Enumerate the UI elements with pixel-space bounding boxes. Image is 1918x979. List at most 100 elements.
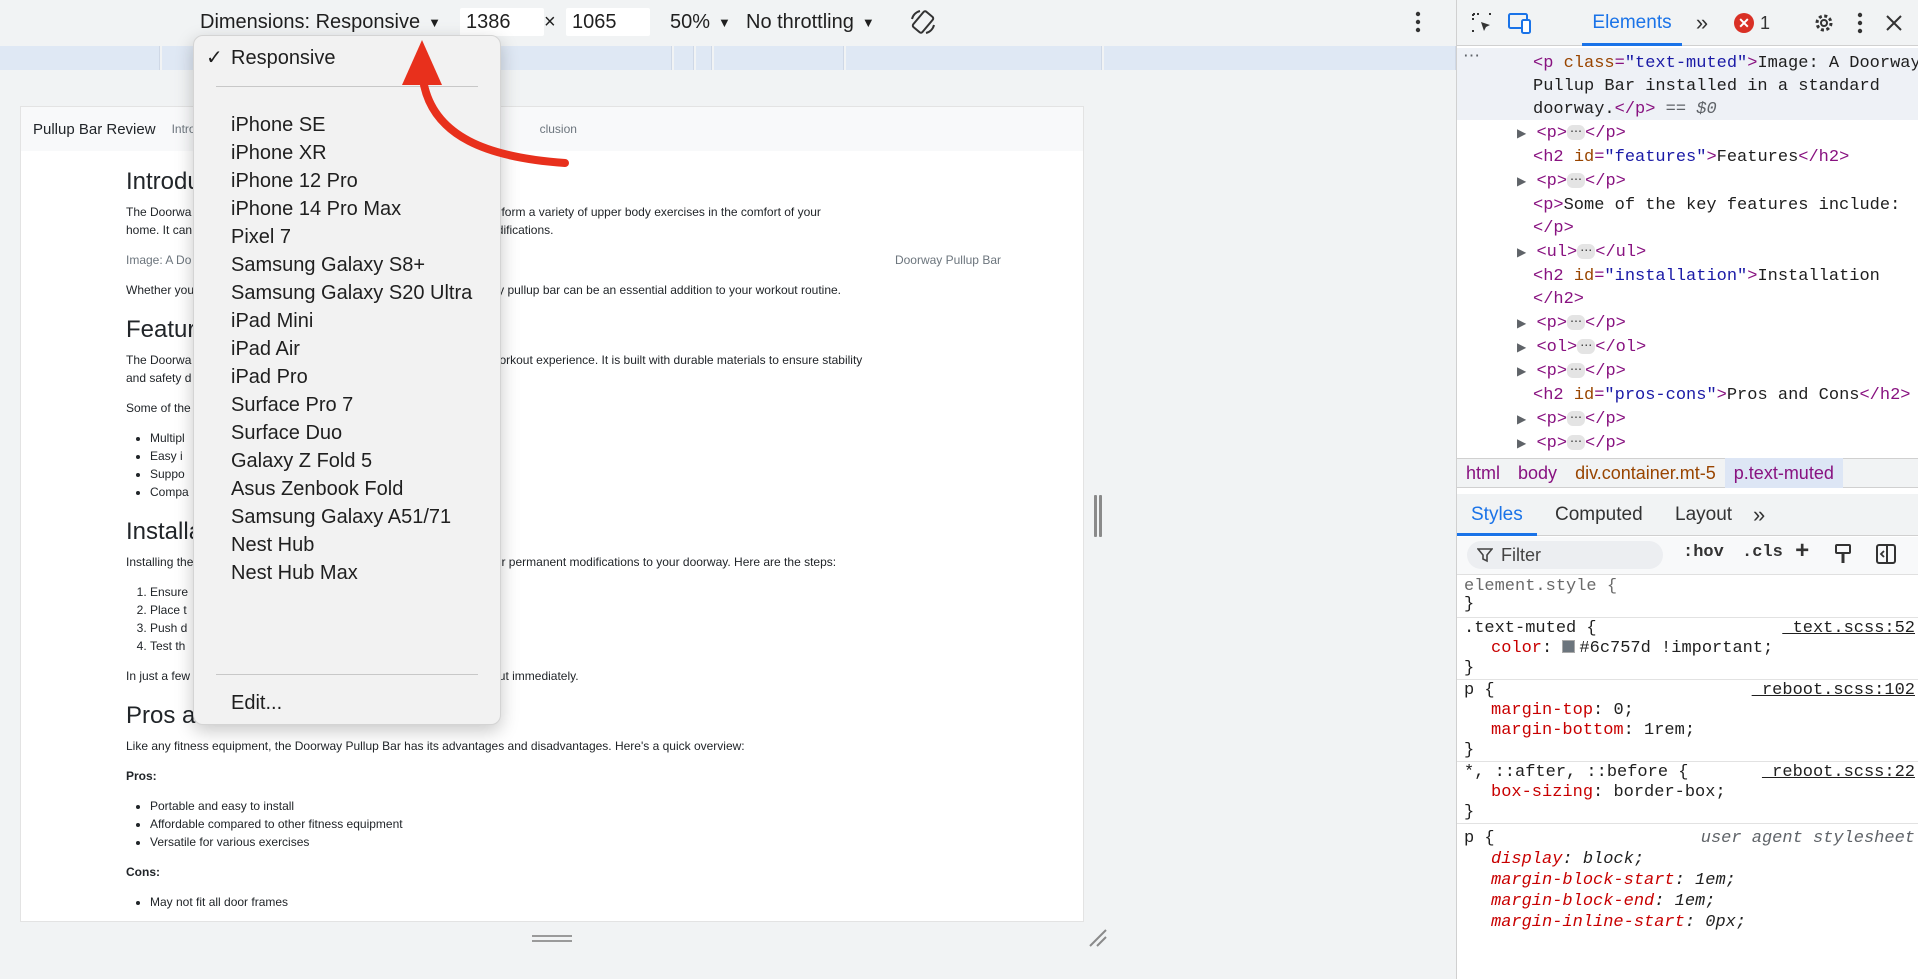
cls-toggle[interactable]: .cls [1742, 543, 1783, 562]
dom-node[interactable]: ▶ <p> ⋯ </p> [1517, 360, 1626, 385]
device-dropdown-menu: ✓ Responsive iPhone SE iPhone XR iPhone … [193, 35, 501, 725]
more-tabs-icon[interactable]: » [1753, 494, 1765, 536]
bottom-resize-handle[interactable] [532, 935, 572, 945]
page-brand[interactable]: Pullup Bar Review [33, 121, 156, 138]
devtools-panel: Elements » ✕ 1 ⋯ <p class="text-muted">I… [1456, 0, 1918, 979]
more-options-icon[interactable] [1847, 10, 1873, 36]
tab-computed[interactable]: Computed [1555, 494, 1643, 536]
more-options-icon[interactable] [1414, 8, 1422, 36]
caret-down-icon: ▼ [718, 14, 731, 30]
menu-item-device[interactable]: Asus Zenbook Fold [231, 475, 403, 503]
hov-toggle[interactable]: :hov [1683, 543, 1724, 562]
toggle-sidebar-icon[interactable] [1875, 543, 1897, 571]
breadcrumb-item-active[interactable]: p.text-muted [1724, 458, 1843, 488]
menu-item-device[interactable]: iPad Pro [231, 363, 308, 391]
nav-link-intro[interactable]: Intro [172, 122, 196, 136]
styles-pane[interactable]: element.style { } .text-muted { _text.sc… [1457, 576, 1918, 979]
filter-icon [1477, 548, 1493, 563]
dom-node[interactable]: ▶ <p> ⋯ </p> [1517, 408, 1626, 433]
style-rule[interactable]: .text-muted { _text.scss:52 color: #6c75… [1457, 618, 1918, 680]
source-link[interactable]: _reboot.scss:102 [1752, 680, 1915, 702]
menu-item-device[interactable]: Galaxy Z Fold 5 [231, 447, 372, 475]
device-viewport-area: Dimensions: Responsive ▼ × 50% ▼ No thro… [0, 0, 1456, 979]
source-link[interactable]: _reboot.scss:22 [1762, 762, 1915, 784]
menu-item-device[interactable]: Nest Hub Max [231, 559, 358, 587]
nav-link-conclusion[interactable]: clusion [540, 122, 577, 136]
breadcrumb-item[interactable]: body [1509, 458, 1566, 488]
list-item: Affordable compared to other fitness equ… [150, 815, 1001, 833]
menu-item-device[interactable]: Surface Duo [231, 419, 342, 447]
menu-item-edit[interactable]: Edit... [231, 689, 282, 717]
inspect-element-icon[interactable] [1469, 10, 1495, 36]
color-swatch[interactable] [1562, 640, 1576, 653]
dom-node[interactable]: <h2 id="pros-cons">Pros and Cons</h2> [1533, 384, 1911, 408]
dom-node[interactable]: ▶ <p> ⋯ </p> [1517, 170, 1626, 195]
dom-ellipsis-icon[interactable]: ⋯ [1463, 48, 1480, 70]
more-tabs-icon[interactable]: » [1689, 10, 1715, 36]
gear-icon[interactable] [1811, 10, 1837, 36]
close-icon[interactable] [1881, 10, 1907, 36]
menu-item-device[interactable]: iPhone 14 Pro Max [231, 195, 401, 223]
style-rule[interactable]: p { _reboot.scss:102 margin-top: 0; marg… [1457, 680, 1918, 762]
error-count: 1 [1760, 12, 1771, 33]
dom-node[interactable]: <h2 id="installation">Installation [1533, 265, 1880, 289]
error-counter[interactable]: ✕ 1 [1734, 12, 1770, 34]
times-sign: × [544, 10, 556, 33]
dom-tree[interactable]: ⋯ <p class="text-muted">Image: A Doorway… [1457, 48, 1918, 454]
error-icon: ✕ [1734, 13, 1754, 33]
paint-brush-icon[interactable] [1833, 543, 1853, 571]
pros-cons-intro: Like any fitness equipment, the Doorway … [126, 739, 745, 753]
menu-item-device[interactable]: Pixel 7 [231, 223, 291, 251]
zoom-label: 50% [670, 10, 711, 33]
menu-item-device[interactable]: iPhone XR [231, 139, 327, 167]
style-rule[interactable]: p { user agent stylesheet display: block… [1457, 824, 1918, 979]
cons-label: Cons: [126, 865, 160, 879]
dom-node[interactable]: ▶ <p> ⋯ </p> [1517, 312, 1626, 337]
right-resize-handle[interactable] [1094, 495, 1104, 537]
menu-item-device[interactable]: Nest Hub [231, 531, 314, 559]
zoom-dropdown[interactable]: 50% ▼ [670, 8, 731, 36]
menu-item-device[interactable]: iPad Air [231, 335, 300, 363]
checkmark-icon: ✓ [206, 47, 223, 69]
throttling-dropdown[interactable]: No throttling ▼ [746, 8, 875, 36]
device-toggle-icon[interactable] [1507, 10, 1533, 36]
menu-item-device[interactable]: Samsung Galaxy A51/71 [231, 503, 451, 531]
menu-item-device[interactable]: iPad Mini [231, 307, 313, 335]
dimensions-dropdown[interactable]: Dimensions: Responsive ▼ [200, 8, 441, 36]
dom-node[interactable]: <h2 id="features">Features</h2> [1533, 146, 1849, 170]
menu-item-device[interactable]: Samsung Galaxy S20 Ultra [231, 279, 472, 307]
page-navbar: Pullup Bar Review Intro clusion [21, 107, 1083, 151]
tab-styles[interactable]: Styles [1457, 494, 1537, 536]
width-input[interactable] [460, 8, 544, 36]
menu-item-device[interactable]: Samsung Galaxy S8+ [231, 251, 425, 279]
style-rule[interactable]: *, ::after, ::before { _reboot.scss:22 b… [1457, 762, 1918, 824]
list-item: Portable and easy to install [150, 797, 1001, 815]
dom-node[interactable]: ▶ <ol> ⋯ </ol> [1517, 336, 1646, 361]
throttling-label: No throttling [746, 10, 854, 33]
menu-item-device[interactable]: iPhone SE [231, 111, 326, 139]
breadcrumb-item[interactable]: html [1457, 458, 1509, 488]
filter-input[interactable]: Filter [1467, 541, 1663, 569]
caret-down-icon: ▼ [428, 14, 441, 30]
styles-filter-bar: Filter :hov .cls + [1457, 537, 1918, 575]
styles-tabbar: Styles Computed Layout » [1457, 494, 1918, 536]
tab-layout[interactable]: Layout [1675, 494, 1732, 536]
dom-node-selected[interactable]: <p class="text-muted">Image: A Doorway [1533, 52, 1918, 76]
dom-node[interactable]: ▶ <ul> ⋯ </ul> [1517, 241, 1646, 266]
breadcrumb-item[interactable]: div.container.mt-5 [1566, 458, 1725, 488]
corner-resize-handle[interactable] [1088, 928, 1108, 948]
pros-list: Portable and easy to install Affordable … [126, 797, 1001, 851]
height-input[interactable] [566, 8, 650, 36]
add-rule-icon[interactable]: + [1795, 539, 1809, 566]
style-rule[interactable]: element.style { } [1457, 576, 1918, 618]
dom-node[interactable]: <p>Some of the key features include: [1533, 194, 1900, 218]
rotate-icon[interactable] [908, 8, 938, 36]
breadcrumb: html body div.container.mt-5 p.text-mute… [1457, 458, 1918, 488]
source-link[interactable]: _text.scss:52 [1782, 618, 1915, 640]
menu-item-device[interactable]: Surface Pro 7 [231, 391, 353, 419]
dom-node[interactable]: ▶ <p> ⋯ </p> [1517, 432, 1626, 454]
menu-item-responsive[interactable]: Responsive [231, 44, 336, 72]
menu-item-device[interactable]: iPhone 12 Pro [231, 167, 358, 195]
tab-elements[interactable]: Elements [1582, 0, 1682, 46]
dom-node[interactable]: ▶ <p> ⋯ </p> [1517, 122, 1626, 147]
